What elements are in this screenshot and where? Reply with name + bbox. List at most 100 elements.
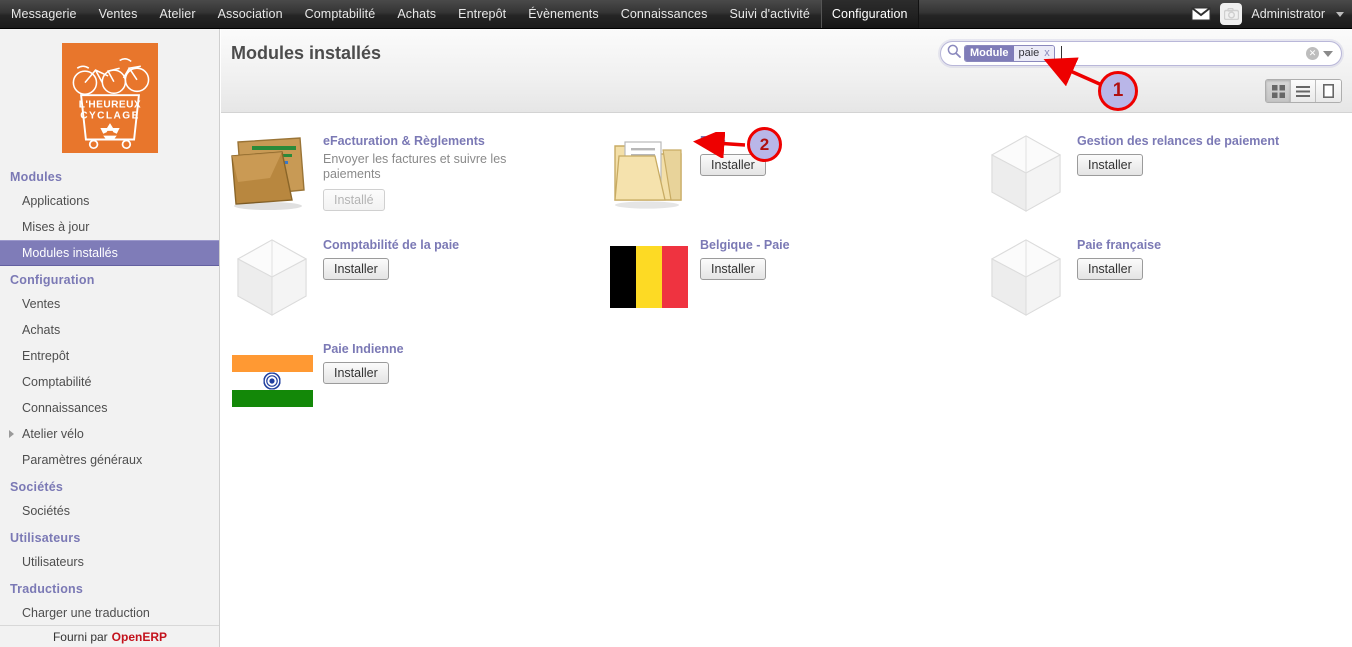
module-card-gestion-des-relances-de-paiement[interactable]: Gestion des relances de paiement Installe… <box>975 130 1352 234</box>
sidebar-item-entrep-t[interactable]: Entrepôt <box>0 343 219 369</box>
module-card-paie-indienne[interactable]: Paie Indienne Installer <box>221 338 598 442</box>
search-facet-remove-icon[interactable]: x <box>1042 46 1054 61</box>
belgique-paie-install-button[interactable]: Installer <box>700 258 766 280</box>
sidebar: L'HEUREUX CYCLAGE Modules Applications Mis… <box>0 29 220 647</box>
module-title[interactable]: Paie Indienne <box>323 342 404 357</box>
sidebar-item-ventes[interactable]: Ventes <box>0 291 219 317</box>
module-card-comptabilit-de-la-paie[interactable]: Comptabilité de la paie Installer <box>221 234 598 338</box>
module-card-efacturation-r-glements[interactable]: eFacturation & Règlements Envoyer les fac… <box>221 130 598 234</box>
module-card-paie[interactable]: Paie Installer <box>598 130 975 234</box>
list-view-button[interactable] <box>1291 80 1316 102</box>
sidebar-item-label: Applications <box>22 194 90 208</box>
menu-item-messagerie[interactable]: Messagerie <box>0 0 88 28</box>
sidebar-section-soci-t-s: Sociétés <box>10 480 64 494</box>
sidebar-item-charger-une-traduction[interactable]: Charger une traduction <box>0 600 219 626</box>
search-facet-module[interactable]: Module paie x <box>964 45 1055 62</box>
search-input[interactable] <box>1061 44 1306 63</box>
module-card-empty <box>598 338 975 442</box>
view-switcher <box>1265 79 1342 103</box>
sidebar-item-label: Mises à jour <box>22 220 90 234</box>
topbar-right-controls: Administrator <box>1191 0 1352 28</box>
page-title: Modules installés <box>231 43 382 63</box>
menu-item-configuration[interactable]: Configuration <box>820 0 919 28</box>
sidebar-item-label: Sociétés <box>22 504 70 518</box>
sidebar-item-param-tres-g-n-raux[interactable]: Paramètres généraux <box>0 447 219 473</box>
cube-icon <box>983 130 1069 216</box>
avatar[interactable] <box>1220 3 1243 25</box>
sidebar-item-label: Utilisateurs <box>22 555 84 569</box>
menu-item-connaissances[interactable]: Connaissances <box>610 0 719 28</box>
menu-item-entrep-t[interactable]: Entrepôt <box>447 0 517 28</box>
footer-brand[interactable]: OpenERP <box>112 630 167 644</box>
paie-indienne-install-button[interactable]: Installer <box>323 362 389 384</box>
sidebar-item-atelier-v-lo[interactable]: Atelier vélo <box>0 421 219 447</box>
sidebar-item-modules-install-s[interactable]: Modules installés <box>0 240 219 266</box>
module-row: eFacturation & Règlements Envoyer les fac… <box>221 130 1352 234</box>
comptabilit-de-la-paie-install-button[interactable]: Installer <box>323 258 389 280</box>
sidebar-section-configuration: Configuration <box>10 273 95 287</box>
search-bar[interactable]: Module paie x ✕ <box>940 41 1342 66</box>
menu-item-v-nements[interactable]: Évènements <box>517 0 609 28</box>
sidebar-item-label: Modules installés <box>22 246 118 260</box>
footer-prefix: Fourni par <box>52 629 108 644</box>
module-title[interactable]: Paie française <box>1077 238 1161 253</box>
module-card-paie-fran-aise[interactable]: Paie française Installer <box>975 234 1352 338</box>
module-title[interactable]: Comptabilité de la paie <box>323 238 459 253</box>
chevron-right-icon[interactable] <box>9 430 14 438</box>
sidebar-item-soci-t-s[interactable]: Sociétés <box>0 498 219 524</box>
folder-invoices-icon <box>229 130 315 216</box>
svg-text:L'HEUREUX: L'HEUREUX <box>78 100 140 111</box>
installed-badge-button: Installé <box>323 189 385 211</box>
menu-item-achats[interactable]: Achats <box>386 0 447 28</box>
sidebar-section-utilisateurs: Utilisateurs <box>10 531 81 545</box>
menu-item-ventes[interactable]: Ventes <box>88 0 149 28</box>
sidebar-item-achats[interactable]: Achats <box>0 317 219 343</box>
sidebar-item-label: Connaissances <box>22 401 108 415</box>
sidebar-footer: Fourni par OpenERP <box>0 625 219 647</box>
gestion-des-relances-de-paiement-install-button[interactable]: Installer <box>1077 154 1143 176</box>
annotation-badge-2: 2 <box>747 127 782 162</box>
chevron-down-icon[interactable] <box>1336 11 1344 17</box>
annotation-label-1: 1 <box>1112 80 1124 101</box>
search-dropdown-icon[interactable] <box>1323 50 1333 57</box>
module-row: Comptabilité de la paie Installer Belgique… <box>221 234 1352 338</box>
belgium-flag-icon <box>606 234 692 320</box>
logo-container: L'HEUREUX CYCLAGE <box>0 29 219 163</box>
sidebar-item-label: Ventes <box>22 297 61 311</box>
menu-item-atelier[interactable]: Atelier <box>148 0 206 28</box>
sidebar-item-label: Entrepôt <box>22 349 70 363</box>
sidebar-section-modules: Modules <box>10 170 63 184</box>
sidebar-item-label: Atelier vélo <box>22 427 84 441</box>
cube-icon <box>229 234 315 320</box>
sidebar-item-mises-jour[interactable]: Mises à jour <box>0 214 219 240</box>
module-description: Envoyer les factures et suivre les paiem… <box>323 152 507 181</box>
paie-fran-aise-install-button[interactable]: Installer <box>1077 258 1143 280</box>
sidebar-item-applications[interactable]: Applications <box>0 188 219 214</box>
search-facet-label: Module <box>965 46 1014 61</box>
module-card-body: Belgique - Paie Installer <box>692 234 790 324</box>
annotation-label-2: 2 <box>759 134 770 154</box>
menu-item-association[interactable]: Association <box>207 0 294 28</box>
module-card-belgique-paie[interactable]: Belgique - Paie Installer <box>598 234 975 338</box>
annotation-badge-1: 1 <box>1098 71 1138 111</box>
module-grid: eFacturation & Règlements Envoyer les fac… <box>221 114 1352 442</box>
top-menu-bar: Messagerie Ventes Atelier Association Compta… <box>0 0 1352 29</box>
envelope-icon[interactable] <box>1191 7 1211 21</box>
sidebar-item-connaissances[interactable]: Connaissances <box>0 395 219 421</box>
sidebar-item-utilisateurs[interactable]: Utilisateurs <box>0 549 219 575</box>
module-title[interactable]: Belgique - Paie <box>700 238 790 253</box>
sidebar-item-comptabilit[interactable]: Comptabilité <box>0 369 219 395</box>
clear-search-icon[interactable]: ✕ <box>1306 47 1319 60</box>
module-card-empty <box>975 338 1352 442</box>
menu-item-suivi-d-activit[interactable]: Suivi d'activité <box>718 0 820 28</box>
sidebar-item-label: Comptabilité <box>22 375 92 389</box>
module-title[interactable]: eFacturation & Règlements <box>323 134 523 149</box>
kanban-view-button[interactable] <box>1266 80 1291 102</box>
menu-item-comptabilit[interactable]: Comptabilité <box>294 0 387 28</box>
main-panel: Modules installés Module paie x ✕ eFactu… <box>221 29 1352 647</box>
module-title[interactable]: Gestion des relances de paiement <box>1077 134 1279 149</box>
search-facet-value: paie <box>1013 46 1043 61</box>
user-menu-label[interactable]: Administrator <box>1251 7 1325 21</box>
form-view-button[interactable] <box>1316 80 1341 102</box>
main-header: Modules installés Module paie x ✕ <box>221 29 1352 113</box>
